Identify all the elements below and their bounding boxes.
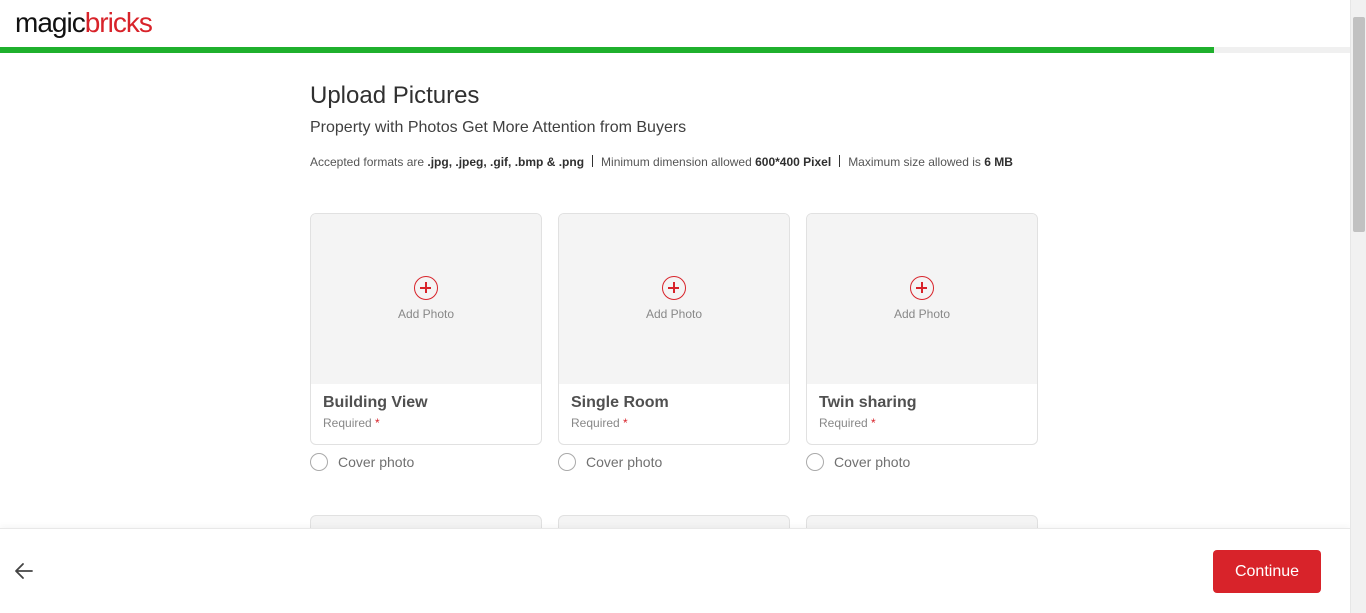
required-label: Required * [819,416,1025,430]
arrow-left-icon [15,563,33,579]
add-photo-area[interactable]: Add Photo [559,214,789,384]
required-label: Required * [571,416,777,430]
cover-photo-label: Cover photo [834,454,911,470]
separator [592,155,594,167]
photo-card-twin-sharing: Add Photo Twin sharing Required * Cover … [806,213,1038,471]
add-circle-icon [910,276,934,300]
photo-category-name: Twin sharing [819,394,917,411]
add-photo-area[interactable]: Add Photo [807,214,1037,384]
photo-card-info: Building View Required * [311,384,541,440]
page: magicbricks Upload Pictures Property wit… [0,0,1366,613]
scrollbar-thumb[interactable] [1353,17,1365,232]
add-circle-icon [414,276,438,300]
cover-photo-option[interactable]: Cover photo [806,453,910,471]
add-photo-area[interactable]: Add Photo [311,214,541,384]
cover-photo-option[interactable]: Cover photo [558,453,662,471]
page-subtitle: Property with Photos Get More Attention … [310,119,687,136]
max-size-prefix: Maximum size allowed is [848,155,985,169]
cover-photo-option[interactable]: Cover photo [310,453,414,471]
header: magicbricks [0,0,1350,53]
min-dimension-value: 600*400 Pixel [755,155,832,169]
photo-card: Add Photo Twin sharing Required * [806,213,1038,445]
cover-photo-label: Cover photo [338,454,415,470]
photo-card-info: Single Room Required * [559,384,789,440]
main-content: Upload Pictures Property with Photos Get… [310,82,1050,169]
formats-value: .jpg, .jpeg, .gif, .bmp & .png [427,155,585,169]
progress-fill [0,47,1214,53]
add-photo-label: Add Photo [893,307,951,321]
min-dimension-prefix: Minimum dimension allowed [601,155,756,169]
logo-text-bricks: bricks [84,7,153,38]
add-circle-icon [662,276,686,300]
required-star: * [623,416,628,430]
page-title: Upload Pictures [310,82,480,109]
continue-button[interactable]: Continue [1213,550,1321,593]
required-label: Required * [323,416,529,430]
back-button[interactable] [12,559,36,583]
cover-photo-radio[interactable] [806,453,824,471]
required-star: * [871,416,876,430]
photo-card: Add Photo Building View Required * [310,213,542,445]
photo-category-name: Building View [323,394,428,411]
separator [839,155,841,167]
cover-photo-label: Cover photo [586,454,663,470]
progress-bar [0,47,1350,53]
required-star: * [375,416,380,430]
photo-card-single-room: Add Photo Single Room Required * Cover p… [558,213,790,471]
upload-requirements: Accepted formats are .jpg, .jpeg, .gif, … [310,155,1050,169]
add-photo-label: Add Photo [645,307,703,321]
add-photo-label: Add Photo [397,307,455,321]
cover-photo-radio[interactable] [310,453,328,471]
formats-prefix: Accepted formats are [310,155,428,169]
footer-bar: Continue [0,528,1350,613]
photo-card: Add Photo Single Room Required * [558,213,790,445]
required-text: Required [323,416,372,430]
cover-photo-radio[interactable] [558,453,576,471]
required-text: Required [571,416,620,430]
photo-card-building-view: Add Photo Building View Required * Cover… [310,213,542,471]
magicbricks-logo[interactable]: magicbricks [15,7,153,39]
required-text: Required [819,416,868,430]
logo-text-magic: magic [15,7,86,38]
scrollbar[interactable] [1350,0,1366,613]
photo-card-info: Twin sharing Required * [807,384,1037,440]
max-size-value: 6 MB [984,155,1013,169]
photo-category-name: Single Room [571,394,669,411]
